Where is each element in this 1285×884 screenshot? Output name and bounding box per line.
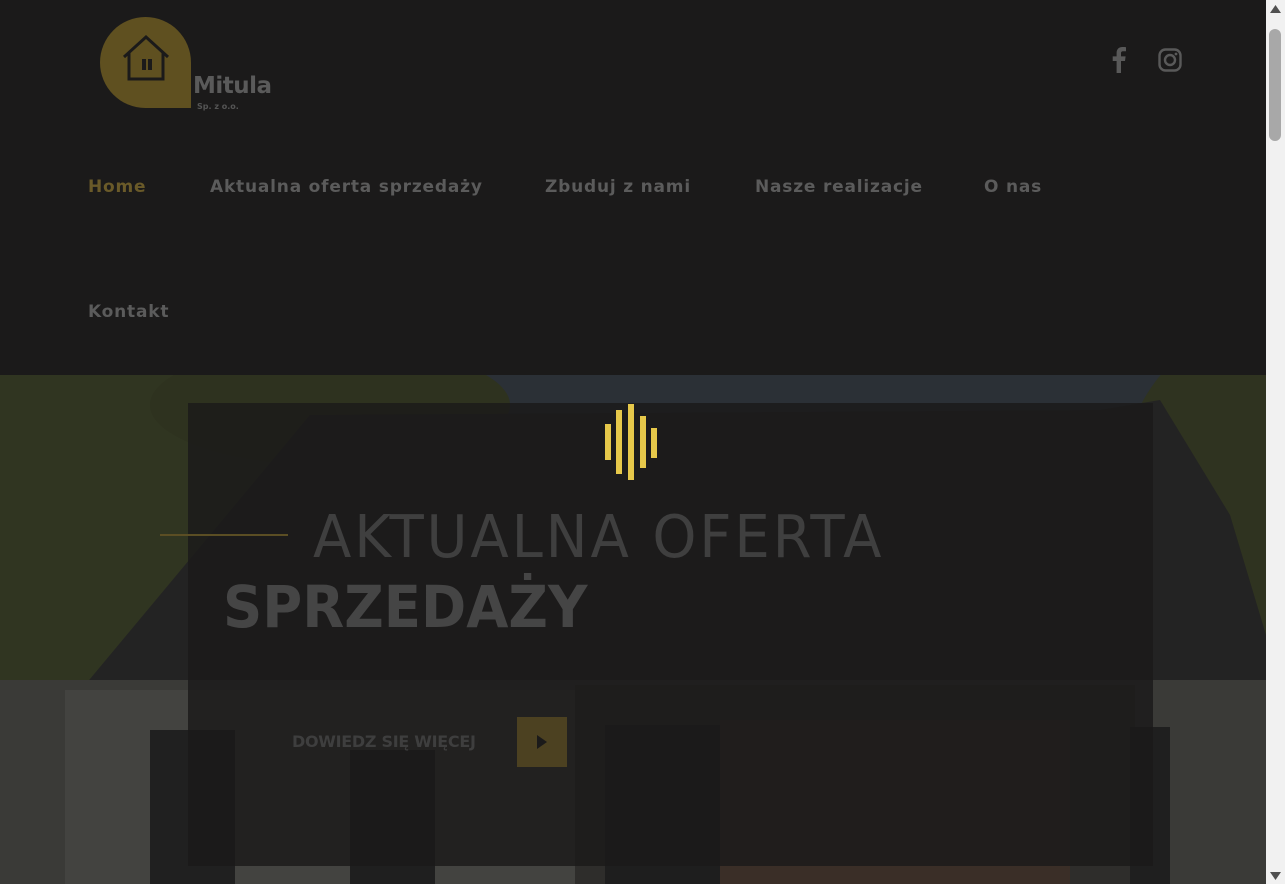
vertical-scrollbar[interactable] bbox=[1266, 0, 1285, 884]
accent-line bbox=[160, 534, 288, 536]
facebook-icon[interactable] bbox=[1105, 46, 1133, 74]
nav-item-offer[interactable]: Aktualna oferta sprzedaży bbox=[210, 177, 483, 197]
hero-title-line1: AKTUALNA OFERTA bbox=[313, 502, 885, 571]
brand-suffix: Sp. z o.o. bbox=[197, 102, 239, 111]
play-icon bbox=[537, 735, 547, 749]
scrollbar-thumb[interactable] bbox=[1269, 29, 1281, 141]
nav-item-about[interactable]: O nas bbox=[984, 177, 1042, 197]
brand-name: Mitula bbox=[193, 73, 272, 99]
nav-item-build[interactable]: Zbuduj z nami bbox=[545, 177, 691, 197]
hero-section: AKTUALNA OFERTA SPRZEDAŻY DOWIEDZ SIĘ WI… bbox=[0, 375, 1266, 884]
learn-more-link[interactable]: DOWIEDZ SIĘ WIĘCEJ bbox=[292, 732, 476, 751]
arrow-down-icon[interactable] bbox=[1266, 867, 1285, 884]
audio-bars-icon bbox=[605, 404, 657, 480]
arrow-up-icon[interactable] bbox=[1266, 0, 1285, 17]
hero-title-line2: SPRZEDAŻY bbox=[223, 573, 588, 641]
site-header: Mitula Sp. z o.o. Home Aktualna oferta s… bbox=[0, 0, 1266, 375]
learn-more-button[interactable] bbox=[517, 717, 567, 767]
nav-item-contact[interactable]: Kontakt bbox=[88, 302, 169, 322]
page: Mitula Sp. z o.o. Home Aktualna oferta s… bbox=[0, 0, 1266, 884]
instagram-icon[interactable] bbox=[1156, 46, 1184, 74]
house-icon bbox=[122, 34, 170, 81]
logo[interactable]: Mitula Sp. z o.o. bbox=[100, 17, 280, 111]
nav-item-home[interactable]: Home bbox=[88, 177, 146, 197]
nav-item-realizations[interactable]: Nasze realizacje bbox=[755, 177, 923, 197]
